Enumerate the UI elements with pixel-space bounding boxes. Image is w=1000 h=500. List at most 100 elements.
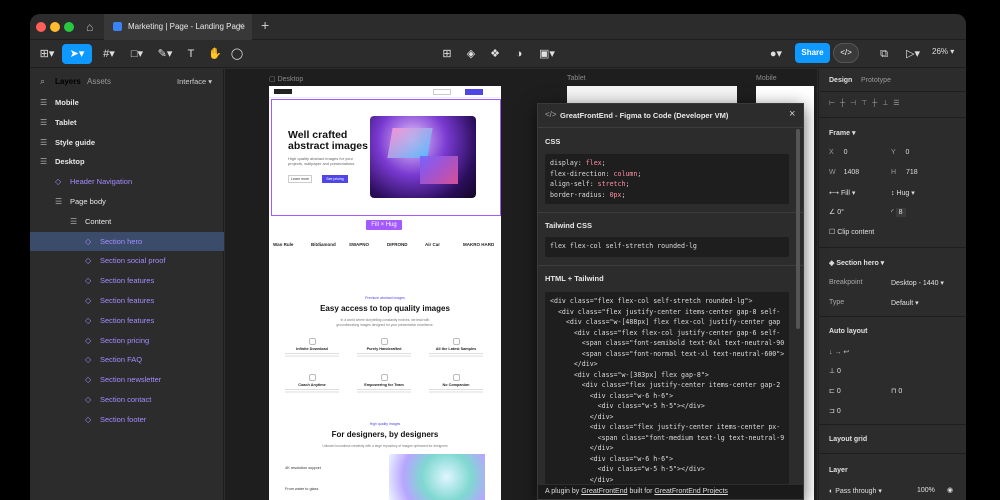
height-sizing-select[interactable]: ↕ Hug ▾ [891,189,915,197]
section-hero[interactable]: Well crafted abstract images High qualit… [271,99,501,216]
components-icon[interactable]: ❖ [486,44,504,64]
layer-row[interactable]: ◇ Section newsletter [30,370,224,389]
component-instance-icon: ◇ [85,355,92,365]
layer-row[interactable]: ◇ Header Navigation [30,172,224,191]
frame-label-desktop[interactable]: ▢ Desktop [269,75,303,83]
main-menu-icon[interactable]: ⊞▾ [36,44,58,64]
layer-row[interactable]: ◇ Section features [30,311,224,330]
layer-label: Section pricing [100,335,150,345]
w-field[interactable]: W 1408 [829,169,859,176]
layout-grid-icon[interactable]: ⊞ [438,44,456,64]
layer-row[interactable]: ☰ Style guide [30,133,224,152]
page-select[interactable]: Interface ▾ [177,77,212,86]
layer-row[interactable]: ◇ Section features [30,291,224,310]
layer-row[interactable]: ☰ Mobile [30,93,224,112]
desktop-frame[interactable]: Well crafted abstract images High qualit… [269,86,501,500]
tab-prototype[interactable]: Prototype [861,77,891,84]
shape-tool-icon[interactable]: □▾ [126,44,148,64]
eye-icon[interactable]: ◉ [947,486,953,494]
h-field[interactable]: H 718 [891,169,918,176]
padding-v-field[interactable]: ⊓ 0 [891,387,902,395]
dev-mode-toggle[interactable]: </> [833,43,859,63]
padding-bottom-field[interactable]: ⊐ 0 [829,407,841,415]
hand-tool-icon[interactable]: ✋ [206,44,224,64]
plugins-icon[interactable]: ⧉ [875,44,893,64]
layer-row[interactable]: ◇ Section footer [30,410,224,429]
title-bar: ⌂ Marketing | Page - Landing Page × + [30,14,966,40]
feature-icon [452,338,460,345]
clip-content-checkbox[interactable]: ☐ Clip content [829,228,874,236]
present-icon[interactable]: ▷▾ [902,44,924,64]
plugin-scrollbar[interactable] [796,129,800,329]
html-code-block[interactable]: <div class="flex flex-col self-stretch r… [545,292,789,484]
direction-icons[interactable]: ↓ → ↩ [829,348,849,356]
boolean-icon[interactable]: ▣▾ [536,44,558,64]
maximize-window-button[interactable] [64,22,74,32]
css-code-block[interactable]: display: flex; flex-direction: column; ali… [545,154,789,204]
close-icon[interactable]: × [789,108,795,120]
layer-row[interactable]: ◇ Section features [30,271,224,290]
layer-label: Section FAQ [100,355,143,365]
html-code-line: <div class="w-[383px] flex gap-8"> [550,370,709,379]
layer-row[interactable]: ◇ Section pricing [30,331,224,350]
css-property: display [550,159,578,167]
hero-subtitle: High quality abstract images for your pr… [288,156,356,166]
move-tool-icon[interactable]: ➤▾ [62,44,92,64]
width-sizing-select[interactable]: ⟷ Fill ▾ [829,189,855,197]
tab-layers[interactable]: Layers [55,77,81,86]
close-tab-icon[interactable]: × [238,14,244,40]
gap-field[interactable]: ⊥ 0 [829,367,841,375]
padding-h-field[interactable]: ⊏ 0 [829,387,841,395]
search-icon[interactable]: ⌕ [40,76,45,87]
close-window-button[interactable] [36,22,46,32]
layer-row[interactable]: ◇ Section FAQ [30,350,224,369]
file-tab[interactable]: Marketing | Page - Landing Page × [104,14,252,40]
tab-design[interactable]: Design [829,77,852,84]
layer-row[interactable]: ☰ Tablet [30,113,224,132]
layer-row[interactable]: ☰ Page body [30,192,224,211]
layer-row[interactable]: ◇ Section hero [30,231,224,251]
mask-icon[interactable]: ◑ [510,44,528,64]
new-tab-icon[interactable]: + [261,17,269,33]
rotation-field[interactable]: ∠ 0° [829,208,844,216]
layer-row[interactable]: ☰ Desktop [30,152,224,171]
brand-logo: SWAPNO [349,242,370,247]
x-field[interactable]: X 0 [829,149,848,156]
features-eyebrow: Premium abstract images [365,296,405,300]
frame-label-mobile[interactable]: Mobile [756,75,777,82]
align-icons[interactable]: ⊢┼⊣⊤┼⊥☰ [829,99,905,107]
zoom-level[interactable]: 26% ▾ [932,47,954,56]
pen-tool-icon[interactable]: ✎▾ [154,44,176,64]
layer-row[interactable]: ◇ Section contact [30,390,224,409]
minimize-window-button[interactable] [50,22,60,32]
layer-row[interactable]: ☰ Content [30,212,224,231]
component-name-text: Section hero [836,260,879,267]
home-icon[interactable]: ⌂ [86,20,93,34]
css-line: align-self: stretch; [550,180,630,188]
tab-assets[interactable]: Assets [87,77,111,86]
blend-mode-select[interactable]: ◐ Pass through ▾ [829,487,882,495]
tailwind-code-block[interactable]: flex flex-col self-stretch rounded-lg [545,237,789,257]
component-name[interactable]: ◈ Section hero ▾ [829,259,884,267]
frame-icon: ☰ [40,137,48,147]
designers-eyebrow: High quality images [369,422,401,426]
layer-label: Section features [100,276,155,286]
layer-row[interactable]: ◇ Section social proof [30,251,224,270]
html-code-line: <div class="flex flex-col self-stretch r… [550,297,753,305]
type-select[interactable]: Default ▾ [891,299,919,307]
comment-tool-icon[interactable]: ◯ [228,44,246,64]
breakpoint-select[interactable]: Desktop - 1440 ▾ [891,279,944,287]
create-component-icon[interactable]: ◈ [462,44,480,64]
y-field[interactable]: Y 0 [891,149,909,156]
frame-label-tablet[interactable]: Tablet [567,75,586,82]
radius-field[interactable]: ◜ 8 [891,208,906,217]
opacity-field[interactable]: 100% [917,487,935,494]
avatar[interactable]: ●▾ [763,44,789,64]
footer-link-projects[interactable]: GreatFrontEnd Projects [654,488,728,495]
text-tool-icon[interactable]: T [183,44,199,64]
feature-title: Empowering for Team [364,383,404,387]
footer-link-greatfrontend[interactable]: GreatFrontEnd [581,488,627,495]
frame-section-label[interactable]: Frame ▾ [829,129,855,137]
frame-tool-icon[interactable]: #▾ [98,44,120,64]
share-button[interactable]: Share [795,43,830,63]
